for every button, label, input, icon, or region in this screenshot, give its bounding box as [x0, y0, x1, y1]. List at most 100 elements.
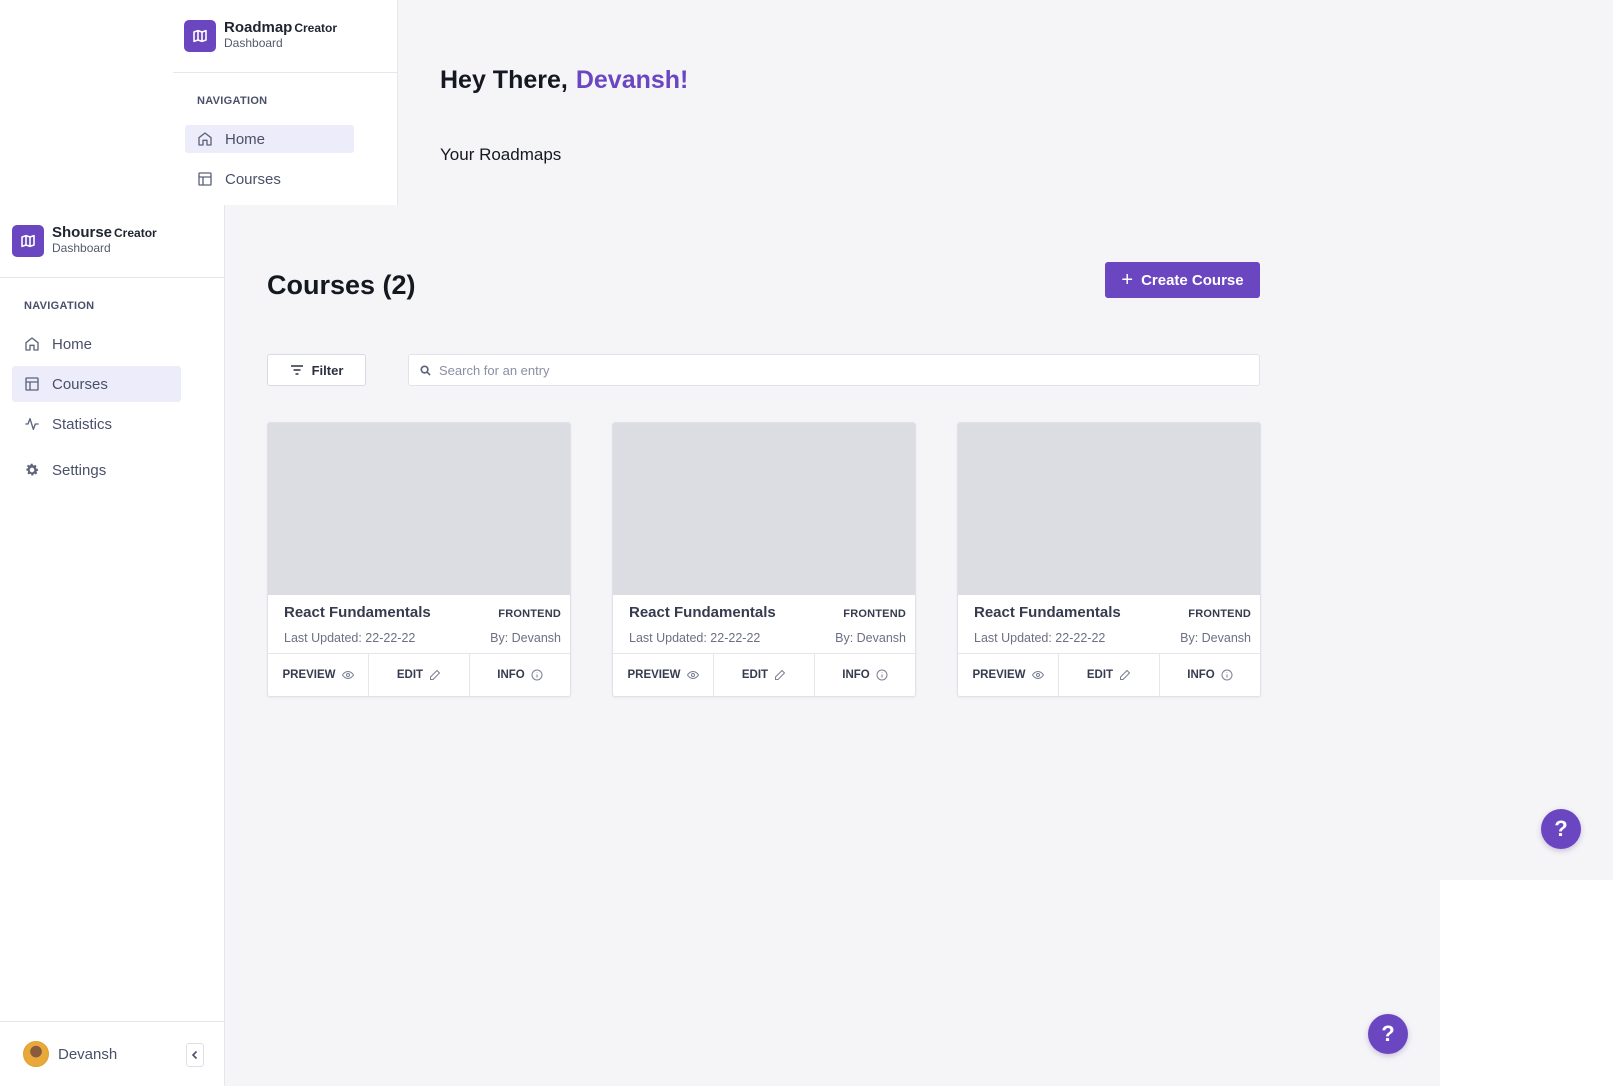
collapse-sidebar-button[interactable]: [186, 1043, 204, 1067]
sidebar-item-label: Settings: [52, 461, 107, 479]
edit-label: EDIT: [741, 669, 769, 681]
brand-divider: [173, 72, 398, 73]
eye-icon: [686, 670, 699, 680]
home-icon: [25, 337, 39, 351]
chevron-left-icon: [191, 1050, 198, 1060]
info-icon: [531, 669, 543, 681]
eye-icon: [341, 670, 354, 680]
pencil-icon: [1120, 669, 1131, 680]
course-tag: FRONTEND: [498, 608, 561, 620]
brand-name: Shourse: [52, 224, 113, 241]
section-title: Your Roadmaps: [440, 145, 562, 164]
create-course-label: Create Course: [1141, 271, 1244, 289]
course-thumbnail: [958, 423, 1260, 595]
filter-button[interactable]: Filter: [267, 354, 366, 386]
info-button[interactable]: INFO: [470, 654, 570, 696]
greeting-prefix: Hey There,: [440, 66, 568, 94]
footer-divider: [0, 1021, 225, 1022]
info-icon: [1221, 669, 1233, 681]
brand-creator: Creator: [114, 226, 157, 240]
info-label: INFO: [842, 669, 870, 681]
course-author: By: Devansh: [490, 631, 561, 645]
brand-creator: Creator: [294, 21, 338, 35]
sidebar-item-courses[interactable]: Courses: [185, 165, 354, 193]
preview-label: PREVIEW: [282, 669, 336, 681]
course-title: React Fundamentals: [629, 604, 776, 621]
course-tag: FRONTEND: [843, 608, 906, 620]
nav-heading: NAVIGATION: [197, 95, 268, 107]
sidebar-item-label: Home: [225, 130, 266, 148]
sidebar-item-label: Statistics: [52, 415, 113, 433]
course-author: By: Devansh: [1180, 631, 1251, 645]
preview-button[interactable]: PREVIEW: [613, 654, 714, 696]
search-field[interactable]: [408, 354, 1260, 386]
table-icon: [25, 377, 39, 391]
greeting-name: Devansh!: [575, 66, 689, 94]
course-card[interactable]: React Fundamentals FRONTEND Last Updated…: [612, 422, 916, 697]
filter-label: Filter: [311, 362, 344, 378]
sidebar-item-settings[interactable]: Settings: [12, 456, 181, 484]
user-name: Devansh: [58, 1045, 118, 1063]
help-button[interactable]: ?: [1368, 1014, 1408, 1054]
course-title: React Fundamentals: [974, 604, 1121, 621]
course-author: By: Devansh: [835, 631, 906, 645]
preview-label: PREVIEW: [627, 669, 681, 681]
sidebar-item-courses[interactable]: Courses: [12, 366, 181, 402]
sidebar-item-label: Courses: [52, 375, 108, 393]
info-button[interactable]: INFO: [1160, 654, 1260, 696]
avatar: [23, 1041, 49, 1067]
user-profile[interactable]: Devansh: [23, 1041, 117, 1067]
sidebar-item-label: Courses: [225, 170, 281, 188]
brand-sub: Dashboard: [52, 241, 111, 255]
help-icon: ?: [1554, 816, 1568, 841]
greeting: Hey There, Devansh!: [440, 66, 688, 95]
edit-button[interactable]: EDIT: [1059, 654, 1160, 696]
edit-button[interactable]: EDIT: [369, 654, 470, 696]
edit-label: EDIT: [1086, 669, 1114, 681]
course-card[interactable]: React Fundamentals FRONTEND Last Updated…: [957, 422, 1261, 697]
table-icon: [198, 172, 212, 186]
course-thumbnail: [613, 423, 915, 595]
preview-label: PREVIEW: [972, 669, 1026, 681]
course-card[interactable]: React Fundamentals FRONTEND Last Updated…: [267, 422, 571, 697]
preview-button[interactable]: PREVIEW: [958, 654, 1059, 696]
home-icon: [198, 132, 212, 146]
filter-icon: [290, 365, 303, 375]
sidebar-item-home[interactable]: Home: [185, 125, 354, 153]
page-title: Courses (2): [267, 270, 416, 300]
map-icon: [12, 225, 44, 257]
roadmap-brand: Roadmap Creator Dashboard: [184, 20, 337, 52]
help-button[interactable]: ?: [1541, 809, 1581, 849]
sidebar-item-statistics[interactable]: Statistics: [12, 410, 181, 438]
help-icon: ?: [1381, 1021, 1395, 1046]
preview-button[interactable]: PREVIEW: [268, 654, 369, 696]
shourse-brand: Shourse Creator Dashboard: [12, 225, 157, 257]
sidebar-item-label: Home: [52, 335, 93, 353]
course-tag: FRONTEND: [1188, 608, 1251, 620]
info-button[interactable]: INFO: [815, 654, 915, 696]
activity-icon: [25, 418, 39, 430]
gear-icon: [26, 463, 39, 476]
brand-divider: [0, 277, 225, 278]
info-label: INFO: [497, 669, 525, 681]
brand-name: Roadmap: [224, 19, 293, 36]
pencil-icon: [430, 669, 441, 680]
course-updated: Last Updated: 22-22-22: [284, 631, 416, 645]
search-icon: [420, 364, 431, 376]
brand-sub: Dashboard: [224, 36, 283, 50]
course-thumbnail: [268, 423, 570, 595]
course-updated: Last Updated: 22-22-22: [629, 631, 761, 645]
map-icon: [184, 20, 216, 52]
edit-label: EDIT: [396, 669, 424, 681]
eye-icon: [1031, 670, 1044, 680]
sidebar-item-home[interactable]: Home: [12, 330, 181, 358]
info-label: INFO: [1187, 669, 1215, 681]
nav-heading: NAVIGATION: [24, 300, 95, 312]
course-title: React Fundamentals: [284, 604, 431, 621]
info-icon: [876, 669, 888, 681]
search-input[interactable]: [439, 362, 1239, 378]
course-updated: Last Updated: 22-22-22: [974, 631, 1106, 645]
edit-button[interactable]: EDIT: [714, 654, 815, 696]
pencil-icon: [775, 669, 786, 680]
create-course-button[interactable]: + Create Course: [1105, 262, 1260, 298]
